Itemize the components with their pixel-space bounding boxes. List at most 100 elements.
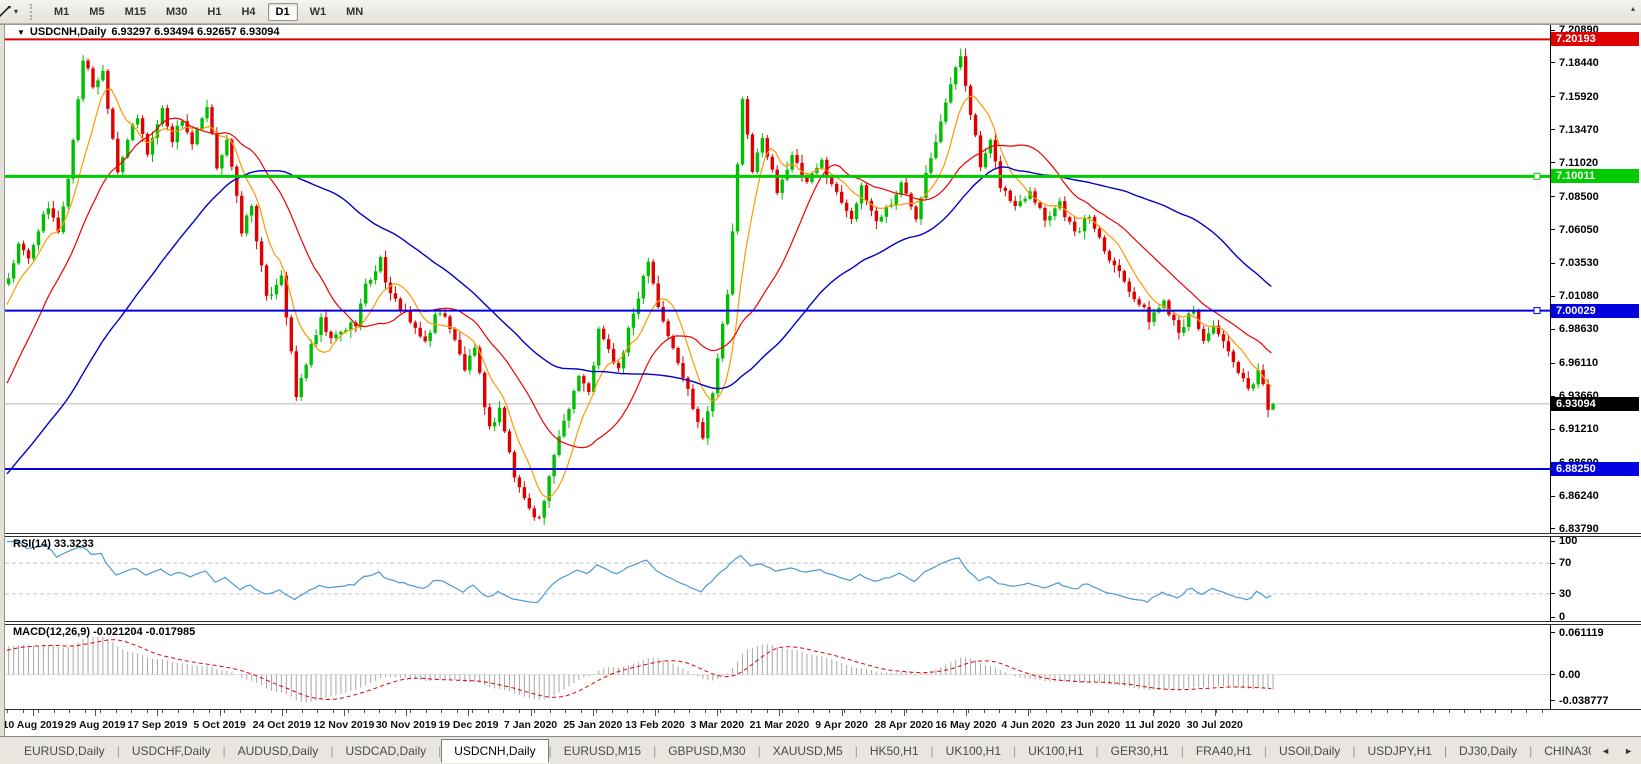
time-axis-tick	[1387, 710, 1388, 713]
chart-tab-uk100-h1[interactable]: UK100,H1	[1016, 740, 1095, 762]
time-axis-tick	[1542, 710, 1543, 713]
chart-tab-ger30-h1[interactable]: GER30,H1	[1099, 740, 1181, 762]
date-label: 13 Feb 2020	[625, 719, 685, 731]
rsi-axis[interactable]: 10070300	[1551, 537, 1641, 621]
timeframe-button-d1[interactable]: D1	[268, 3, 298, 21]
chart-tab-usdcnh-daily[interactable]: USDCNH,Daily	[441, 739, 548, 763]
timeframe-button-h4[interactable]: H4	[233, 3, 263, 21]
timeframe-button-w1[interactable]: W1	[302, 3, 335, 21]
macd-plot[interactable]: MACD(12,26,9) -0.021204 -0.017985	[5, 625, 1551, 709]
time-axis-tick	[209, 710, 210, 713]
time-axis-tick	[468, 710, 469, 716]
chart-tab-eurusd-m15[interactable]: EURUSD,M15	[552, 740, 653, 762]
chart-title: ▼ USDCNH,Daily 6.93297 6.93494 6.92657 6…	[17, 26, 280, 38]
chart-tab-dj30-daily[interactable]: DJ30,Daily	[1447, 740, 1529, 762]
collapse-icon[interactable]: ▼	[17, 28, 25, 37]
time-axis-tick	[147, 710, 148, 713]
chart-tab-usoil-daily[interactable]: USOil,Daily	[1267, 740, 1352, 762]
toolbar-overflow-icon[interactable]: ▴	[1631, 4, 1635, 13]
time-axis-tick	[406, 710, 407, 716]
date-label: 12 Nov 2019	[314, 719, 375, 731]
time-axis-tick	[240, 710, 241, 713]
time-axis-tick	[1215, 710, 1216, 716]
chart-tab-gbpusd-m30[interactable]: GBPUSD,M30	[656, 740, 757, 762]
macd-axis-tick: 0.061119	[1551, 627, 1604, 639]
time-axis-tick	[348, 710, 349, 713]
time-axis-tick	[1123, 710, 1124, 713]
date-label: 24 Oct 2019	[253, 719, 311, 731]
time-axis-tick	[116, 710, 117, 713]
chart-tab-fra40-h1[interactable]: FRA40,H1	[1184, 740, 1264, 762]
timeframe-button-h1[interactable]: H1	[199, 3, 229, 21]
tab-scroll-right-icon[interactable]: ►	[1624, 746, 1633, 756]
time-axis-tick	[286, 710, 287, 713]
chart-tab-audusd-daily[interactable]: AUDUSD,Daily	[226, 740, 331, 762]
time-axis-tick	[255, 710, 256, 713]
date-label: 30 Jul 2020	[1187, 719, 1243, 731]
macd-indicator-panel: MACD(12,26,9) -0.021204 -0.017985 0.0611…	[5, 625, 1641, 709]
time-axis-tick	[410, 710, 411, 713]
date-label: 21 Mar 2020	[750, 719, 810, 731]
time-axis-tick	[1511, 710, 1512, 713]
chart-tab-usdcad-daily[interactable]: USDCAD,Daily	[333, 740, 438, 762]
chart-tab-hk50-h1[interactable]: HK50,H1	[858, 740, 931, 762]
time-axis-tick	[1402, 710, 1403, 713]
timeframe-button-m30[interactable]: M30	[158, 3, 195, 21]
rsi-plot[interactable]: RSI(14) 33.3233	[5, 537, 1551, 621]
toolbar-grip	[30, 4, 34, 20]
crosshair-tool-icon[interactable]	[0, 4, 12, 20]
time-axis-tick	[302, 710, 303, 713]
chart-tab-usdjpy-h1[interactable]: USDJPY,H1	[1355, 740, 1443, 762]
date-label: 4 Jun 2020	[1001, 719, 1055, 731]
time-axis-tick	[1325, 710, 1326, 713]
chart-tab-eurusd-daily[interactable]: EURUSD,Daily	[12, 740, 117, 762]
price-chart-plot[interactable]: ▼ USDCNH,Daily 6.93297 6.93494 6.92657 6…	[5, 25, 1551, 533]
time-axis-tick	[674, 710, 675, 713]
level-price-badge: 7.10011	[1551, 169, 1639, 183]
time-axis-tick	[271, 710, 272, 713]
macd-label: MACD(12,26,9) -0.021204 -0.017985	[13, 626, 195, 638]
price-axis-tick: 7.03530	[1551, 257, 1599, 269]
timeframe-button-m15[interactable]: M15	[117, 3, 154, 21]
timeframe-button-m1[interactable]: M1	[46, 3, 77, 21]
time-axis-tick	[1495, 710, 1496, 713]
tab-scroll-buttons: ◄ ►	[1591, 737, 1641, 764]
time-axis-tick	[426, 710, 427, 713]
tool-dropdown-caret-icon[interactable]: ▾	[14, 7, 18, 16]
price-axis[interactable]: 7.208907.184407.159207.134707.110207.085…	[1551, 25, 1641, 533]
time-axis-tick	[1526, 710, 1527, 713]
date-label: 11 Jul 2020	[1125, 719, 1180, 731]
chart-tab-uk100-h1[interactable]: UK100,H1	[934, 740, 1013, 762]
rsi-axis-tick: 70	[1551, 557, 1571, 569]
time-axis-tick	[178, 710, 179, 713]
date-label: 29 Aug 2019	[65, 719, 126, 731]
level-price-badge: 7.20193	[1551, 32, 1639, 46]
macd-axis[interactable]: 0.0611190.00-0.038777	[1551, 625, 1641, 709]
time-axis-tick	[968, 710, 969, 713]
time-axis-tick	[751, 710, 752, 713]
chart-window: ▼ USDCNH,Daily 6.93297 6.93494 6.92657 6…	[0, 24, 1641, 736]
time-axis-tick	[875, 710, 876, 713]
tab-scroll-left-icon[interactable]: ◄	[1601, 746, 1610, 756]
chart-tab-usdchf-daily[interactable]: USDCHF,Daily	[120, 740, 223, 762]
level-price-badge: 6.88250	[1551, 462, 1639, 476]
time-axis-tick	[472, 710, 473, 713]
timeframe-button-mn[interactable]: MN	[338, 3, 371, 21]
time-axis-tick	[531, 710, 532, 716]
timeframe-button-m5[interactable]: M5	[81, 3, 112, 21]
price-axis-tick: 6.98630	[1551, 323, 1599, 335]
time-axis-tick	[1061, 710, 1062, 713]
date-label: 17 Sep 2019	[127, 719, 187, 731]
time-axis-tick	[441, 710, 442, 713]
time-axis[interactable]: 10 Aug 201929 Aug 201917 Sep 20195 Oct 2…	[5, 709, 1641, 736]
time-axis-tick	[906, 710, 907, 713]
time-axis-tick	[69, 710, 70, 713]
time-axis-tick	[891, 710, 892, 713]
chart-tab-xauusd-m5[interactable]: XAUUSD,M5	[761, 740, 855, 762]
time-axis-tick	[317, 710, 318, 713]
time-axis-tick	[1170, 710, 1171, 713]
time-axis-tick	[655, 710, 656, 716]
price-axis-tick: 6.86240	[1551, 490, 1599, 502]
time-axis-tick	[689, 710, 690, 713]
time-axis-tick	[100, 710, 101, 713]
